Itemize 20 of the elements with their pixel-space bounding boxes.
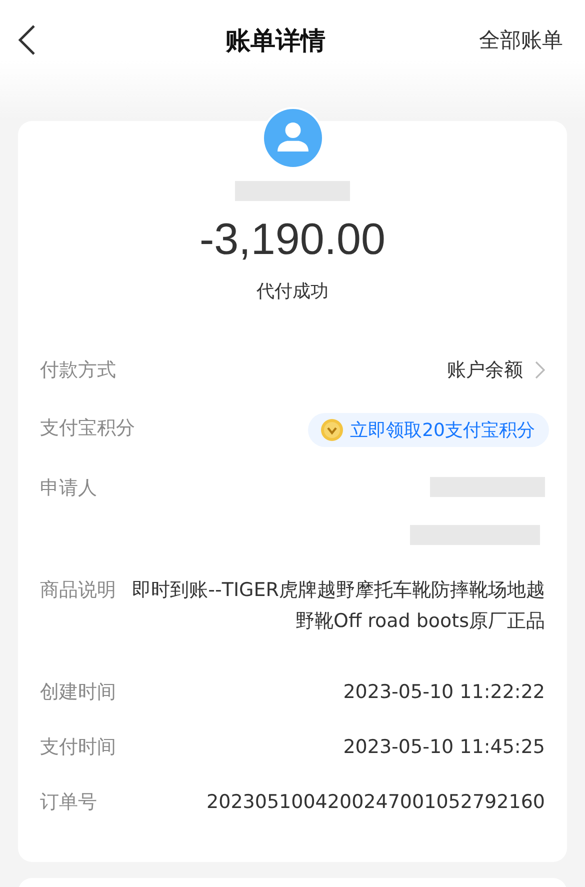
- row-label: 商品说明: [40, 578, 116, 603]
- row-value: 2023-05-10 11:22:22: [343, 680, 545, 705]
- row-label: 创建时间: [40, 680, 116, 705]
- amount: -3,190.00: [200, 215, 386, 265]
- row-value: 2023051004200247001052792160: [206, 790, 545, 815]
- row-value: 即时到账--TIGER虎牌越野摩托车靴防摔靴场地越野靴Off road boots原厂正品: [131, 578, 545, 634]
- points-button[interactable]: 立即领取20支付宝积分: [308, 413, 549, 447]
- row-label: 付款方式: [40, 358, 116, 383]
- payment-status: 代付成功: [256, 280, 328, 303]
- all-bills-link[interactable]: 全部账单: [479, 26, 563, 54]
- chevron-icon: [535, 361, 545, 379]
- row-label: 申请人: [40, 476, 97, 501]
- row-value: 2023-05-10 11:45:25: [343, 735, 545, 760]
- payment-method-link[interactable]: 账户余额: [447, 355, 545, 385]
- back-icon: [18, 25, 36, 55]
- row-label: 支付宝积分: [40, 416, 135, 441]
- page-title: 账单详情: [224, 24, 326, 56]
- coin-icon: [320, 418, 344, 442]
- row-label: 支付时间: [40, 735, 116, 760]
- row-label: 订单号: [40, 790, 97, 815]
